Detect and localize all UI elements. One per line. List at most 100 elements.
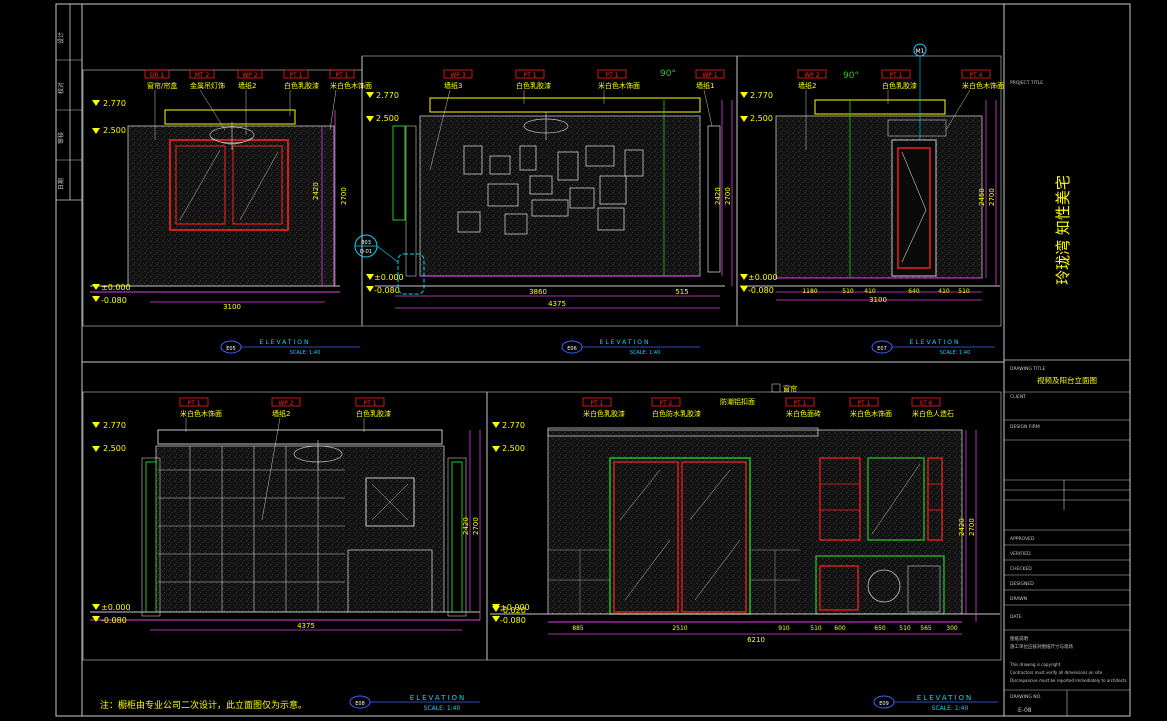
e09-seg-2: 2510 (672, 625, 687, 632)
e08-caption: E08 ELEVATION SCALE: 1:40 (349, 694, 480, 712)
svg-text:M1: M1 (916, 48, 925, 55)
svg-text:2.500: 2.500 (376, 114, 399, 123)
e09-tag-4: PT 1 米白色面砖 (785, 397, 821, 418)
drawn-label: DRAWN (1010, 596, 1027, 602)
checked-label: CHECKED (1010, 566, 1032, 572)
e05-dim-height-1: 2420 (312, 182, 320, 200)
e09-dim-width: 6210 (747, 636, 765, 644)
verified-label: VERIFIED (1010, 551, 1031, 557)
e08-level-2770: 2.770 (92, 421, 126, 430)
sheet-note: 注：橱柜由专业公司二次设计，此立面图仅为示意。 (100, 699, 307, 711)
svg-text:2.770: 2.770 (750, 91, 773, 100)
e05-tag-4: PT 1 白色乳胶漆 (283, 69, 319, 116)
e06-level-2770: 2.770 (366, 91, 399, 100)
notes-line-4: Contractors must verify all dimensions o… (1010, 670, 1103, 675)
e09-level-2500: 2.500 (492, 444, 525, 453)
e07-seg-5: 410 (938, 288, 950, 295)
svg-text:SCALE: 1:40: SCALE: 1:40 (424, 705, 461, 712)
svg-text:窗帘: 窗帘 (783, 384, 797, 393)
e08-dim-width: 4375 (297, 622, 315, 630)
designed-label: DESIGNED (1010, 581, 1034, 587)
e08-dim-height-2: 2700 (472, 517, 480, 535)
svg-text:SCALE: 1:40: SCALE: 1:40 (940, 350, 971, 356)
e07-level-2770: 2.770 (740, 91, 773, 100)
e07-ceiling-trim (814, 99, 946, 115)
svg-text:米白色木饰面: 米白色木饰面 (962, 81, 1004, 90)
e07-seg-1: 1180 (802, 288, 817, 295)
elevation-e05: 3100 2420 2700 2.770 2.500 ±0.000 -0.080… (90, 69, 372, 356)
svg-text:2.500: 2.500 (750, 114, 773, 123)
e05-texture (128, 126, 334, 286)
svg-text:白色乳胶漆: 白色乳胶漆 (516, 81, 551, 90)
svg-text:PT 1: PT 1 (857, 400, 870, 407)
svg-text:2.500: 2.500 (103, 444, 126, 453)
svg-text:PT 4: PT 4 (969, 72, 982, 79)
svg-text:ELEVATION: ELEVATION (260, 339, 311, 346)
project-title: 玲珑湾 知性美宅 (1054, 175, 1072, 285)
svg-text:WP 2: WP 2 (242, 72, 257, 79)
e08-tag-1: PT 1 米白色木饰面 (179, 397, 222, 432)
cad-sheet: 设计 校对 审核 日期 3100 2420 2700 2.770 2.500 ±… (55, 3, 1131, 717)
e06-dim-height-2: 2700 (724, 187, 732, 205)
svg-text:墙纸2: 墙纸2 (798, 81, 816, 90)
e06-tag-2: PT 1 白色乳胶漆 (515, 69, 551, 104)
e09-tag-3: 防潮铝扣面 (720, 397, 755, 406)
svg-text:ELEVATION: ELEVATION (600, 339, 651, 346)
e07-dim-width: 3100 (869, 296, 887, 304)
drawing-no-label: DRAWING NO. (1010, 694, 1041, 700)
svg-text:ELEVATION: ELEVATION (910, 339, 961, 346)
notes-line-5: Discrepancies must be reported immediate… (1010, 678, 1127, 683)
svg-text:SCALE: 1:40: SCALE: 1:40 (290, 350, 321, 356)
e05-dim-width: 3100 (223, 303, 241, 311)
svg-text:2.770: 2.770 (376, 91, 399, 100)
e06-caption: E06 ELEVATION SCALE: 1:40 (561, 339, 700, 356)
svg-text:PT 1: PT 1 (889, 72, 902, 79)
svg-text:PT 1: PT 1 (590, 400, 603, 407)
svg-text:±0.000: ±0.000 (748, 273, 778, 282)
drawing-title-label: DRAWING TITLE (1010, 366, 1046, 372)
svg-text:ELEVATION: ELEVATION (410, 694, 466, 702)
notes-line-1: 图纸说明 (1010, 635, 1028, 642)
e09-level-minus-080: -0.080 (492, 616, 526, 625)
e05-level-0: ±0.000 (92, 283, 131, 292)
svg-text:防潮铝扣面: 防潮铝扣面 (720, 397, 755, 406)
e08-tag-3: PT 1 白色乳胶漆 (355, 397, 391, 432)
svg-text:2.770: 2.770 (502, 421, 525, 430)
client-label: CLIENT (1010, 394, 1026, 400)
e09-seg-7: 510 (899, 625, 911, 632)
svg-text:E06: E06 (567, 346, 577, 352)
e09-tag-1: PT 1 米白色乳胶漆 (582, 397, 625, 418)
e08-level-0: ±0.000 (92, 603, 131, 612)
e07-seg-3: 410 (864, 288, 876, 295)
e07-level-minus: -0.080 (740, 286, 774, 295)
svg-text:PT 1: PT 1 (523, 72, 536, 79)
e07-dim-height-2: 2700 (988, 188, 996, 206)
strip-label-1: 设计 (57, 32, 65, 44)
svg-text:PT 2: PT 2 (659, 400, 672, 407)
sheet-number: E-08 (1018, 707, 1032, 714)
e08-level-2500: 2.500 (92, 444, 126, 453)
svg-text:墙纸2: 墙纸2 (238, 81, 256, 90)
e06-dim-part-2: 515 (675, 288, 688, 296)
e07-dim-height-1: 2450 (978, 188, 986, 206)
title-block: PROJECT TITLE 玲珑湾 知性美宅 DRAWING TITLE 视频及… (1004, 80, 1130, 716)
e06-tag-3: PT 1 米白色木饰面 (597, 69, 640, 104)
svg-text:窗帘/帘盒: 窗帘/帘盒 (147, 81, 177, 90)
e05-tag-3: WP 2 墙纸2 (237, 69, 263, 135)
svg-text:±0.000: ±0.000 (101, 283, 131, 292)
svg-text:ST 6: ST 6 (919, 400, 932, 407)
svg-text:墙纸3: 墙纸3 (444, 81, 462, 90)
date-label: DATE (1010, 614, 1022, 620)
svg-text:-0.080: -0.080 (748, 286, 774, 295)
svg-text:白色防水乳胶漆: 白色防水乳胶漆 (652, 409, 701, 418)
svg-text:WP 2: WP 2 (804, 72, 819, 79)
e09-extra-tag: 窗帘 (771, 383, 797, 393)
e06-dim-height-1: 2420 (714, 187, 722, 205)
e06-level-2500: 2.500 (366, 114, 399, 123)
design-firm-label: DESIGN FIRM (1010, 424, 1040, 430)
svg-text:SCALE: 1:40: SCALE: 1:40 (630, 350, 661, 356)
e09-tag-6: ST 6 米白色人造石 (911, 397, 954, 418)
e09-seg-9: 300 (946, 625, 958, 632)
svg-text:白色乳胶漆: 白色乳胶漆 (284, 81, 319, 90)
svg-text:-0.080: -0.080 (500, 616, 526, 625)
